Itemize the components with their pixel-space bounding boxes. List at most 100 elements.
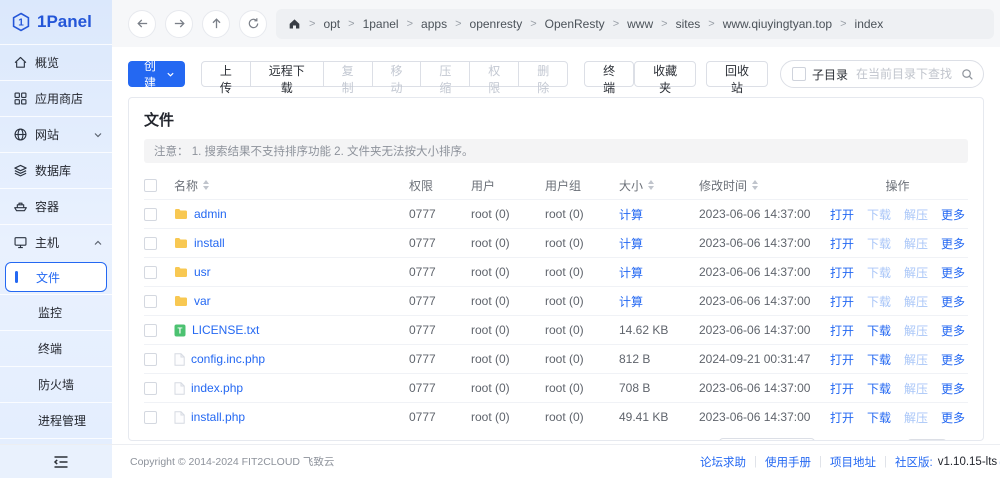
download-link[interactable]: 下载 xyxy=(867,409,891,426)
toolbar-button-上传[interactable]: 上传 xyxy=(200,61,251,95)
select-all-checkbox[interactable] xyxy=(144,178,157,192)
file-name-link[interactable]: config.inc.php xyxy=(191,352,265,366)
more-link[interactable]: 更多 xyxy=(941,235,965,252)
sidebar-collapse-button[interactable] xyxy=(0,445,112,478)
sort-icon[interactable] xyxy=(752,180,759,190)
calculate-size-link[interactable]: 计算 xyxy=(619,293,699,310)
search-input[interactable] xyxy=(854,66,955,82)
favorites-button[interactable]: 收藏夹 xyxy=(634,61,697,95)
file-name-link[interactable]: admin xyxy=(194,207,227,221)
more-link[interactable]: 更多 xyxy=(941,351,965,368)
sidebar-item-process[interactable]: 进程管理 xyxy=(0,402,112,438)
file-name-link[interactable]: install.php xyxy=(191,410,245,424)
brand-logo[interactable]: 1 1Panel xyxy=(0,0,112,44)
open-link[interactable]: 打开 xyxy=(830,409,854,426)
sidebar-item-overview[interactable]: 概览 xyxy=(0,44,112,80)
footer-link[interactable]: 论坛求助 xyxy=(700,454,746,470)
open-link[interactable]: 打开 xyxy=(830,380,854,397)
row-checkbox[interactable] xyxy=(144,236,157,250)
breadcrumb-segment[interactable]: OpenResty xyxy=(545,17,605,31)
nav-up-button[interactable] xyxy=(202,9,230,38)
header-size[interactable]: 大小 xyxy=(619,177,699,194)
row-checkbox[interactable] xyxy=(144,381,157,395)
breadcrumb-segment[interactable]: 1panel xyxy=(363,17,399,31)
table-row[interactable]: var 0777 root (0) root (0) 计算 2023-06-06 14:3… xyxy=(144,286,968,315)
sidebar-item-monitor[interactable]: 监控 xyxy=(0,294,112,330)
sort-icon[interactable] xyxy=(203,180,210,190)
breadcrumb-home-icon[interactable] xyxy=(288,17,301,30)
folder-icon xyxy=(174,208,188,220)
page-size-select[interactable]: 100条/页 xyxy=(719,438,816,440)
row-checkbox[interactable] xyxy=(144,265,157,279)
download-link[interactable]: 下载 xyxy=(867,322,891,339)
nav-refresh-button[interactable] xyxy=(239,9,267,38)
open-link[interactable]: 打开 xyxy=(830,235,854,252)
row-checkbox[interactable] xyxy=(144,410,157,424)
more-link[interactable]: 更多 xyxy=(941,322,965,339)
file-name-link[interactable]: usr xyxy=(194,265,211,279)
more-link[interactable]: 更多 xyxy=(941,380,965,397)
more-link[interactable]: 更多 xyxy=(941,409,965,426)
table-row[interactable]: T LICENSE.txt 0777 root (0) root (0) 14.62 KB… xyxy=(144,315,968,344)
open-link[interactable]: 打开 xyxy=(830,264,854,281)
subdir-checkbox[interactable] xyxy=(792,67,806,81)
mtime-cell: 2023-06-06 14:37:00 xyxy=(699,294,811,308)
breadcrumb-segment[interactable]: opt xyxy=(323,17,340,31)
calculate-size-link[interactable]: 计算 xyxy=(619,206,699,223)
file-name-link[interactable]: LICENSE.txt xyxy=(192,323,259,337)
sidebar-item-terminal[interactable]: 终端 xyxy=(0,330,112,366)
edition-link[interactable]: 社区版: xyxy=(895,454,933,470)
more-link[interactable]: 更多 xyxy=(941,264,965,281)
breadcrumb-segment[interactable]: openresty xyxy=(470,17,523,31)
sidebar-item-container[interactable]: 容器 xyxy=(0,188,112,224)
table-row[interactable]: admin 0777 root (0) root (0) 计算 2023-06-06 14… xyxy=(144,199,968,228)
breadcrumb-segment[interactable]: www.qiuyingtyan.top xyxy=(723,17,832,31)
table-row[interactable]: index.php 0777 root (0) root (0) 708 B 2023-0… xyxy=(144,373,968,402)
footer-link[interactable]: 使用手册 xyxy=(765,454,811,470)
table-row[interactable]: install 0777 root (0) root (0) 计算 2023-06-06 … xyxy=(144,228,968,257)
sidebar-item-files[interactable]: 文件 xyxy=(5,262,107,292)
sort-icon[interactable] xyxy=(648,180,655,190)
terminal-button[interactable]: 终端 xyxy=(584,61,635,95)
download-link[interactable]: 下载 xyxy=(867,351,891,368)
calculate-size-link[interactable]: 计算 xyxy=(619,264,699,281)
footer-divider: | xyxy=(884,455,887,468)
open-link[interactable]: 打开 xyxy=(830,322,854,339)
toolbar-button-远程下载[interactable]: 远程下载 xyxy=(249,61,324,95)
file-name-link[interactable]: var xyxy=(194,294,211,308)
header-name[interactable]: 名称 xyxy=(174,177,409,194)
row-checkbox[interactable] xyxy=(144,207,157,221)
nav-forward-button[interactable] xyxy=(165,9,193,38)
more-link[interactable]: 更多 xyxy=(941,293,965,310)
header-mtime[interactable]: 修改时间 xyxy=(699,177,827,194)
sidebar-item-firewall[interactable]: 防火墙 xyxy=(0,366,112,402)
breadcrumb-segment[interactable]: www xyxy=(627,17,653,31)
file-name-link[interactable]: index.php xyxy=(191,381,243,395)
row-checkbox[interactable] xyxy=(144,352,157,366)
calculate-size-link[interactable]: 计算 xyxy=(619,235,699,252)
sidebar-item-app-store[interactable]: 应用商店 xyxy=(0,80,112,116)
search-icon[interactable] xyxy=(961,68,974,81)
breadcrumb-segment[interactable]: sites xyxy=(676,17,701,31)
open-link[interactable]: 打开 xyxy=(830,293,854,310)
goto-page-input[interactable] xyxy=(906,439,947,440)
footer-link[interactable]: 项目地址 xyxy=(830,454,876,470)
table-row[interactable]: usr 0777 root (0) root (0) 计算 2023-06-06 14:3… xyxy=(144,257,968,286)
sidebar-item-database[interactable]: 数据库 xyxy=(0,152,112,188)
sidebar-item-website[interactable]: 网站 xyxy=(0,116,112,152)
sidebar-item-host[interactable]: 主机 xyxy=(0,224,112,260)
open-link[interactable]: 打开 xyxy=(830,351,854,368)
file-name-link[interactable]: install xyxy=(194,236,225,250)
more-link[interactable]: 更多 xyxy=(941,206,965,223)
create-button[interactable]: 创建 xyxy=(128,59,185,90)
recycle-bin-button[interactable]: 回收站 xyxy=(706,61,768,95)
breadcrumb-segment[interactable]: apps xyxy=(421,17,447,31)
breadcrumb-segment[interactable]: index xyxy=(855,17,884,31)
download-link[interactable]: 下载 xyxy=(867,380,891,397)
nav-back-button[interactable] xyxy=(128,9,156,38)
row-checkbox[interactable] xyxy=(144,323,157,337)
table-row[interactable]: install.php 0777 root (0) root (0) 49.41 KB 2… xyxy=(144,402,968,431)
open-link[interactable]: 打开 xyxy=(830,206,854,223)
table-row[interactable]: config.inc.php 0777 root (0) root (0) 812 B 2… xyxy=(144,344,968,373)
row-checkbox[interactable] xyxy=(144,294,157,308)
